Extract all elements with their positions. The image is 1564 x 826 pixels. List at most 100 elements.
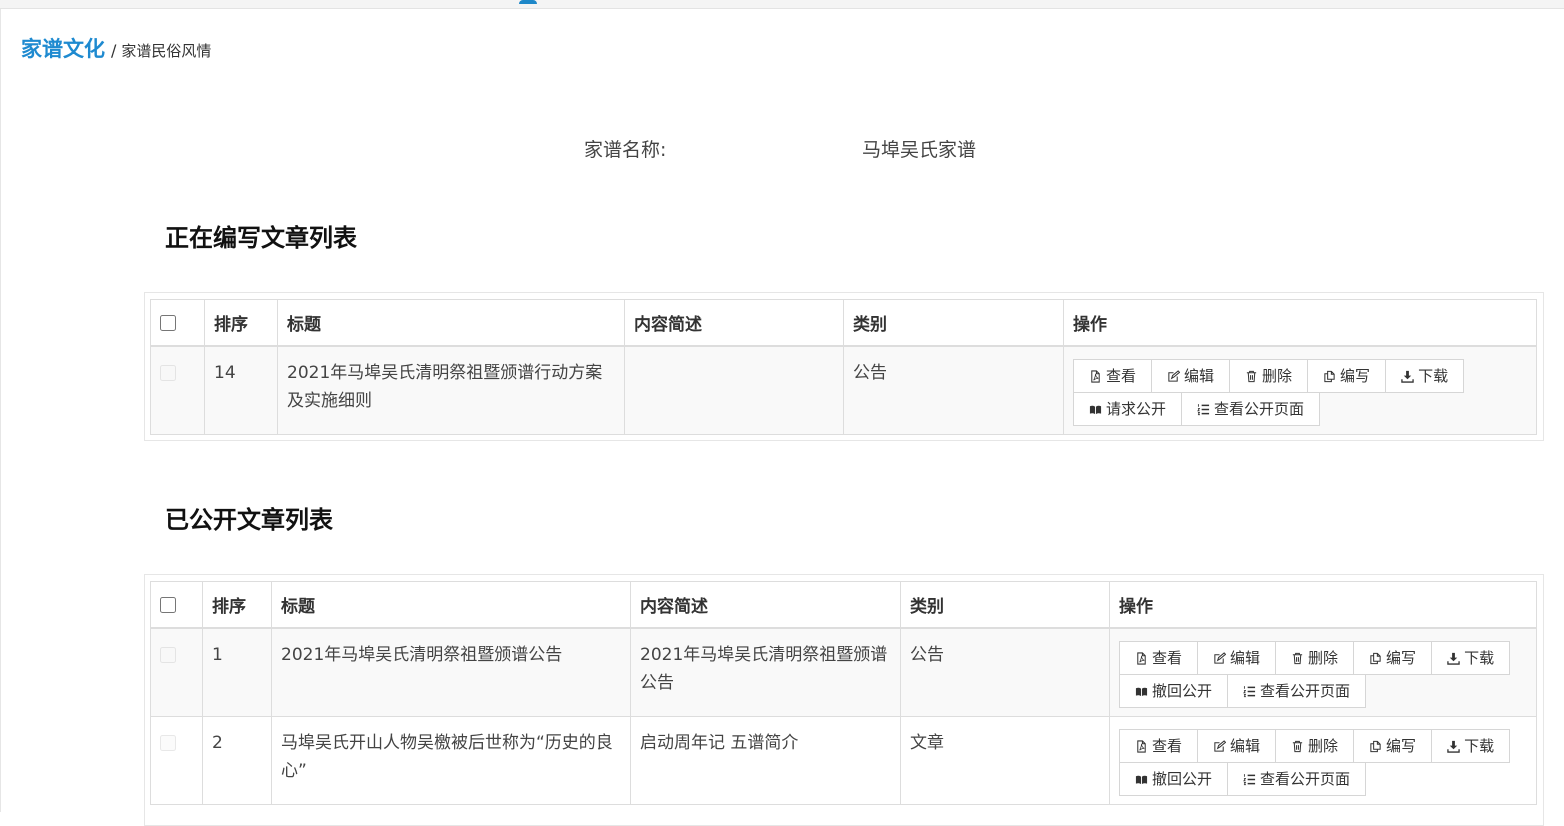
- row-summary: 启动周年记 五谱简介: [630, 716, 901, 805]
- download-button[interactable]: 下载: [1431, 729, 1511, 763]
- withdraw-publish-button[interactable]: 撤回公开: [1119, 674, 1229, 708]
- action-button-group: 撤回公开 查看公开页面: [1119, 674, 1527, 708]
- row-select-cell: [150, 716, 203, 805]
- row-checkbox[interactable]: [160, 647, 176, 663]
- view-button[interactable]: 查看: [1119, 641, 1199, 675]
- withdraw-publish-button[interactable]: 撤回公开: [1119, 762, 1229, 796]
- view-button[interactable]: 查看: [1119, 729, 1199, 763]
- action-button-group: 查看 编辑 删除 编写 下载: [1119, 729, 1527, 763]
- published-section-title: 已公开文章列表: [165, 506, 333, 534]
- row-checkbox[interactable]: [160, 365, 176, 381]
- genealogy-name-value: 马埠吴氏家谱: [862, 139, 977, 161]
- view-public-page-label: 查看公开页面: [1260, 682, 1351, 700]
- drafts-table: 排序 标题 内容简述 类别 操作 14 2021年马埠吴氏清明祭祖暨颁谱行动方案…: [150, 299, 1537, 435]
- view-label: 查看: [1106, 367, 1137, 385]
- book-icon: [1135, 775, 1148, 784]
- column-header-title: 标题: [271, 581, 631, 629]
- column-header-category: 类别: [900, 581, 1110, 629]
- action-button-group: 查看 编辑 删除 编写 下载: [1073, 359, 1527, 393]
- row-select-cell: [150, 627, 203, 717]
- select-all-checkbox[interactable]: [160, 314, 176, 331]
- row-order: 2: [202, 716, 272, 805]
- view-button[interactable]: 查看: [1073, 359, 1153, 393]
- genealogy-name-label: 家谱名称:: [584, 139, 667, 161]
- view-public-page-button[interactable]: 查看公开页面: [1227, 762, 1367, 796]
- delete-label: 删除: [1308, 649, 1339, 667]
- trash-icon: [1292, 740, 1303, 752]
- edit-label: 编辑: [1184, 367, 1215, 385]
- action-button-group: 请求公开 查看公开页面: [1073, 392, 1527, 426]
- row-select-cell: [150, 345, 205, 435]
- breadcrumb: 家谱文化 / 家谱民俗风情: [21, 33, 211, 63]
- delete-button[interactable]: 删除: [1275, 729, 1355, 763]
- edit-label: 编辑: [1230, 649, 1261, 667]
- genealogy-name-row: 家谱名称: 马埠吴氏家谱: [0, 135, 1564, 161]
- file-pdf-icon: [1137, 651, 1146, 665]
- row-order: 14: [204, 345, 278, 435]
- row-actions: 查看 编辑 删除 编写 下载 撤回公开 查看公开页面: [1109, 716, 1537, 805]
- delete-label: 删除: [1308, 737, 1339, 755]
- row-title: 马埠吴氏开山人物吴檄被后世称为“历史的良心”: [271, 716, 631, 805]
- download-icon: [1447, 740, 1460, 753]
- row-category: 公告: [900, 627, 1110, 717]
- download-button[interactable]: 下载: [1385, 359, 1465, 393]
- request-publish-button[interactable]: 请求公开: [1073, 392, 1183, 426]
- write-button[interactable]: 编写: [1307, 359, 1387, 393]
- edit-button[interactable]: 编辑: [1151, 359, 1231, 393]
- view-public-page-button[interactable]: 查看公开页面: [1181, 392, 1321, 426]
- book-icon: [1135, 687, 1148, 696]
- write-label: 编写: [1340, 367, 1371, 385]
- edit-label: 编辑: [1230, 737, 1261, 755]
- column-header-actions: 操作: [1109, 581, 1537, 629]
- download-button[interactable]: 下载: [1431, 641, 1511, 675]
- copy-icon: [1370, 652, 1381, 664]
- row-actions: 查看 编辑 删除 编写 下载 请求公开 查看公开页面: [1063, 345, 1537, 435]
- book-icon: [1089, 405, 1102, 414]
- download-label: 下载: [1464, 649, 1495, 667]
- breadcrumb-current: 家谱民俗风情: [121, 42, 212, 60]
- action-button-group: 查看 编辑 删除 编写 下载: [1119, 641, 1527, 675]
- write-button[interactable]: 编写: [1353, 641, 1433, 675]
- view-public-page-label: 查看公开页面: [1260, 770, 1351, 788]
- withdraw-publish-label: 撤回公开: [1152, 682, 1213, 700]
- select-all-checkbox[interactable]: [160, 596, 176, 613]
- column-header-title: 标题: [277, 299, 625, 347]
- delete-label: 删除: [1262, 367, 1293, 385]
- row-title: 2021年马埠吴氏清明祭祖暨颁谱行动方案及实施细则: [277, 345, 625, 435]
- view-public-page-label: 查看公开页面: [1214, 400, 1305, 418]
- action-button-group: 撤回公开 查看公开页面: [1119, 762, 1527, 796]
- row-category: 公告: [843, 345, 1064, 435]
- edit-button[interactable]: 编辑: [1197, 729, 1277, 763]
- download-label: 下载: [1464, 737, 1495, 755]
- drafts-section-title: 正在编写文章列表: [165, 224, 357, 252]
- view-public-page-button[interactable]: 查看公开页面: [1227, 674, 1367, 708]
- delete-button[interactable]: 删除: [1229, 359, 1309, 393]
- list-ol-icon: [1243, 773, 1256, 785]
- column-header-actions: 操作: [1063, 299, 1537, 347]
- copy-icon: [1370, 740, 1381, 752]
- write-button[interactable]: 编写: [1353, 729, 1433, 763]
- select-all-cell: [150, 299, 205, 347]
- select-all-cell: [150, 581, 203, 629]
- view-label: 查看: [1152, 737, 1183, 755]
- request-publish-label: 请求公开: [1106, 400, 1167, 418]
- row-category: 文章: [900, 716, 1110, 805]
- trash-icon: [1246, 370, 1257, 382]
- column-header-summary: 内容简述: [624, 299, 844, 347]
- table-row: 1 2021年马埠吴氏清明祭祖暨颁谱公告 2021年马埠吴氏清明祭祖暨颁谱公告 …: [150, 627, 1537, 717]
- column-header-order: 排序: [204, 299, 278, 347]
- write-label: 编写: [1386, 737, 1417, 755]
- table-row: 14 2021年马埠吴氏清明祭祖暨颁谱行动方案及实施细则 公告 查看 编辑 删除…: [150, 345, 1537, 435]
- edit-button[interactable]: 编辑: [1197, 641, 1277, 675]
- write-label: 编写: [1386, 649, 1417, 667]
- table-header-row: 排序 标题 内容简述 类别 操作: [150, 581, 1537, 629]
- table-header-row: 排序 标题 内容简述 类别 操作: [150, 299, 1537, 347]
- edit-icon: [1214, 651, 1227, 664]
- copy-icon: [1324, 370, 1335, 382]
- column-header-summary: 内容简述: [630, 581, 901, 629]
- breadcrumb-home-link[interactable]: 家谱文化: [21, 33, 105, 63]
- column-header-order: 排序: [202, 581, 272, 629]
- delete-button[interactable]: 删除: [1275, 641, 1355, 675]
- row-checkbox[interactable]: [160, 735, 176, 751]
- top-strip: [0, 0, 1564, 9]
